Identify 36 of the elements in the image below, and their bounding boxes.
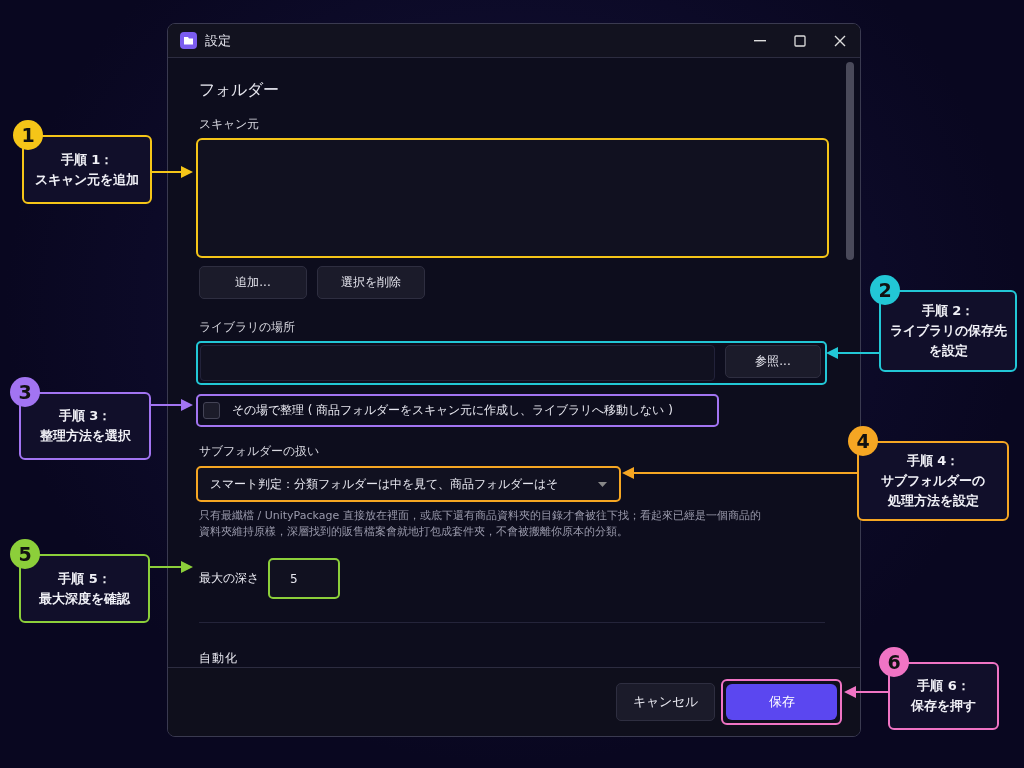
callout-text: 手順 4： サブフォルダーの 処理方法を設定 [881,452,985,510]
list-button[interactable]: 追加... [199,266,307,299]
window-title: 設定 [205,31,232,50]
step-badge: 2 [870,275,900,305]
app-icon [180,32,197,49]
scrollbar[interactable] [846,62,854,260]
help-text: 只有最纖檔 / UnityPackage 直接放在裡面，或底下還有商品資料夾的目錄才會被往下找；看起來已經是一個商品的資料夾維持原樣，深層找到的販售檔案會就地打包成套件夾，不會被搬離你原本的分類。 [199,508,762,540]
callout-text: 手順 5： 最大深度を確認 [39,569,130,608]
list-button[interactable]: 選択を削除 [317,266,425,299]
minimize-icon[interactable] [754,39,766,42]
field-label: 最大の深さ [199,570,259,587]
callout-text: 手順 3： 整理方法を選択 [39,407,131,445]
checkbox-label: その場で整理 ( 商品フォルダーをスキャン元に作成し、ライブラリへ移動しない ) [232,402,673,419]
step-badge: 6 [879,647,909,677]
maximize-icon[interactable] [794,34,806,47]
field-label: ライブラリの場所 [199,319,296,335]
field-label: スキャン元 [199,116,260,132]
callout-text: 手順 1： スキャン元を追加 [35,150,139,189]
caret-icon [598,481,607,487]
checkbox[interactable] [203,402,220,419]
section-title: 自動化 [199,650,239,667]
scan-source-list[interactable] [196,138,829,258]
browse-button[interactable]: 参照... [725,345,821,378]
step-badge: 1 [13,120,43,150]
step-badge: 5 [10,539,40,569]
depth-field[interactable]: 5 [268,558,340,599]
step-badge: 3 [10,377,40,407]
callout-text: 手順 2： ライブラリの保存先 を設定 [889,302,1007,360]
field-label: サブフォルダーの扱い [199,443,320,459]
section-title: フォルダー [199,80,280,100]
cancel-button[interactable]: キャンセル [616,683,715,721]
subfolder-dropdown[interactable]: スマート判定：分類フォルダーは中を見て、商品フォルダーはそ [196,466,621,502]
callout-text: 手順 6： 保存を押す [911,677,976,715]
save-button[interactable]: 保存 [726,684,837,720]
library-path-field[interactable] [200,345,715,381]
close-icon[interactable] [834,34,846,47]
